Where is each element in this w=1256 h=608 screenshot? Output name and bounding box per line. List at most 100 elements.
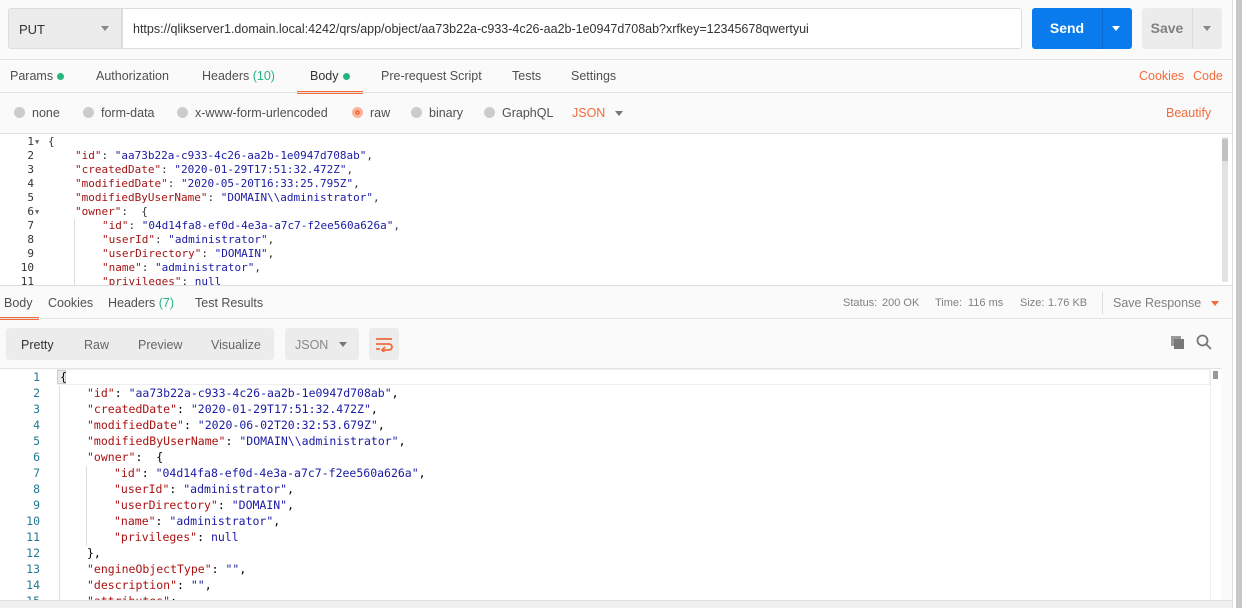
tab-response-cookies[interactable]: Cookies (48, 296, 93, 310)
json-value: "2020-01-29T17:51:32.472Z" (190, 402, 371, 416)
divider (1102, 292, 1103, 314)
json-punctuation: , (267, 247, 275, 260)
view-preview[interactable]: Preview (138, 338, 182, 352)
tab-label: Body (310, 69, 339, 83)
line-number: 9 (27, 247, 34, 260)
scrollbar[interactable] (1210, 369, 1218, 600)
json-colon: : (121, 205, 135, 218)
line-number: 14 (26, 578, 40, 592)
tab-body[interactable]: Body (297, 69, 362, 94)
code-link[interactable]: Code (1193, 69, 1223, 83)
json-key: "modifiedByUserName" (87, 434, 226, 448)
json-punctuation: , (204, 578, 212, 592)
radio-label: raw (370, 106, 391, 120)
line-number: 5 (27, 191, 34, 204)
json-punctuation: , (287, 482, 295, 496)
send-options-chevron-icon[interactable] (1112, 26, 1120, 31)
view-visualize[interactable]: Visualize (211, 338, 261, 352)
tab-response-body[interactable]: Body (0, 296, 38, 320)
json-punctuation: , (267, 233, 275, 246)
method-select[interactable]: PUT (8, 8, 122, 49)
indent-guide (59, 386, 60, 600)
line-number: 10 (26, 514, 40, 528)
tab-tests[interactable]: Tests (512, 69, 541, 83)
scrollbar-thumb[interactable] (1236, 0, 1242, 608)
status-value: 200 OK (882, 297, 920, 309)
radio-form-data[interactable]: form-data (83, 106, 155, 120)
code-line: "modifiedDate": "2020-06-02T20:32:53.679… (60, 418, 385, 432)
json-value: "DOMAIN\\administrator" (239, 434, 399, 448)
json-value: "04d14fa8-ef0d-4e3a-a7c7-f2ee560a626a" (155, 466, 419, 480)
scrollbar[interactable] (1222, 137, 1228, 282)
radio-icon (83, 107, 94, 118)
divider (1192, 8, 1193, 49)
radio-none[interactable]: none (14, 106, 60, 120)
radio-label: form-data (101, 106, 155, 120)
tab-test-results[interactable]: Test Results (195, 296, 263, 310)
response-format-select[interactable]: JSON (285, 328, 359, 360)
json-value: "2020-01-29T17:51:32.472Z" (174, 163, 347, 176)
line-number: 9 (33, 498, 40, 512)
request-body-editor[interactable]: 1 ▼{2 "id": "aa73b22a-c933-4c26-aa2b-1e094… (0, 133, 1232, 285)
cookies-link[interactable]: Cookies (1139, 69, 1184, 83)
request-bar: PUT https://qlikserver1.domain.local:424… (8, 8, 1222, 49)
save-options-chevron-icon[interactable] (1203, 26, 1211, 31)
save-button[interactable]: Save (1142, 8, 1222, 49)
wrap-lines-button[interactable] (369, 328, 399, 360)
json-key: "userDirectory" (102, 247, 202, 260)
json-value: "2020-05-20T16:33:25.795Z" (180, 177, 354, 190)
divider (0, 92, 1232, 93)
code-line: "userId": "administrator", (60, 482, 294, 496)
json-punctuation: , (391, 386, 399, 400)
json-key: "createdDate" (87, 402, 178, 416)
json-punctuation: { (48, 135, 55, 148)
fold-arrow-icon[interactable]: ▼ (35, 208, 39, 216)
line-number: 11 (26, 530, 40, 544)
window-scrollbar[interactable] (1232, 0, 1256, 608)
code-line: "userDirectory": "DOMAIN", (60, 498, 294, 512)
tab-label: Params (10, 69, 54, 83)
url-input[interactable]: https://qlikserver1.domain.local:4242/qr… (122, 8, 1022, 49)
chevron-down-icon (101, 26, 109, 31)
code-line: "owner": { (60, 450, 163, 464)
radio-raw[interactable]: raw (352, 106, 390, 120)
fold-arrow-icon[interactable]: ▼ (35, 138, 39, 146)
tab-params[interactable]: Params (10, 69, 65, 83)
code-line: "name": "administrator", (60, 514, 280, 528)
tab-response-headers[interactable]: Headers (7) (108, 296, 174, 310)
json-key: "id" (75, 149, 102, 162)
indent-guide (74, 219, 75, 285)
copy-icon[interactable] (1170, 335, 1186, 351)
line-number: 6 (27, 205, 34, 218)
save-response-label: Save Response (1113, 296, 1202, 310)
json-value: "DOMAIN" (231, 498, 288, 512)
response-body-viewer[interactable]: 1 {2 "id": "aa73b22a-c933-4c26-aa2b-1e0947… (0, 368, 1222, 600)
code-line: "modifiedByUserName": "DOMAIN\\administr… (48, 191, 380, 204)
line-number: 5 (33, 434, 40, 448)
json-punctuation: }, (87, 546, 101, 560)
tab-headers[interactable]: Headers (10) (202, 69, 275, 83)
save-response-button[interactable]: Save Response (1113, 296, 1220, 310)
json-colon: : (114, 386, 129, 400)
tab-pre-request-script[interactable]: Pre-request Script (381, 69, 482, 83)
json-punctuation: , (398, 434, 406, 448)
code-line: "userId": "administrator", (48, 233, 274, 246)
view-pretty[interactable]: Pretty (21, 338, 54, 352)
json-value: "administrator" (168, 233, 268, 246)
send-label: Send (1049, 20, 1085, 36)
beautify-button[interactable]: Beautify (1166, 106, 1211, 120)
json-key: "id" (114, 466, 142, 480)
tab-authorization[interactable]: Authorization (96, 69, 169, 83)
body-format-select[interactable]: JSON (572, 106, 624, 120)
chevron-down-icon (615, 111, 624, 117)
line-number: 13 (26, 562, 40, 576)
view-raw[interactable]: Raw (84, 338, 109, 352)
json-colon: : (154, 233, 169, 246)
send-button[interactable]: Send (1032, 8, 1132, 49)
line-number: 2 (27, 149, 34, 162)
radio-x-www-form-urlencoded[interactable]: x-www-form-urlencoded (177, 106, 328, 120)
search-icon[interactable] (1196, 334, 1212, 350)
radio-graphql[interactable]: GraphQL (484, 106, 553, 120)
radio-binary[interactable]: binary (411, 106, 463, 120)
tab-settings[interactable]: Settings (571, 69, 616, 83)
